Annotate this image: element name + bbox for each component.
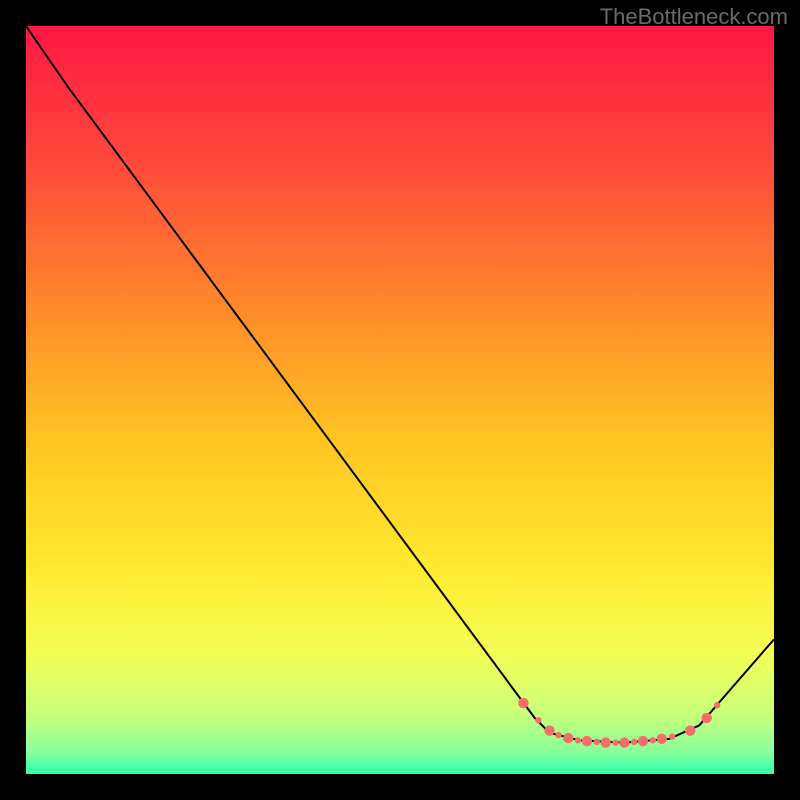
data-marker: [631, 739, 637, 745]
data-marker: [669, 733, 675, 739]
data-marker: [638, 736, 648, 746]
data-marker: [563, 733, 573, 743]
data-marker: [612, 739, 618, 745]
data-marker: [619, 737, 629, 747]
data-marker: [594, 739, 600, 745]
data-marker: [555, 732, 561, 738]
chart-background: [26, 26, 774, 774]
data-marker: [714, 702, 720, 708]
data-marker: [575, 737, 581, 743]
data-marker: [685, 725, 695, 735]
plot-area: [26, 26, 774, 774]
data-marker: [582, 736, 592, 746]
attribution-text: TheBottleneck.com: [600, 4, 788, 30]
data-marker: [650, 737, 656, 743]
data-marker: [535, 717, 541, 723]
chart-svg: [26, 26, 774, 774]
data-marker: [544, 725, 554, 735]
data-marker: [518, 698, 528, 708]
data-marker: [657, 734, 667, 744]
data-marker: [601, 737, 611, 747]
data-marker: [701, 713, 711, 723]
